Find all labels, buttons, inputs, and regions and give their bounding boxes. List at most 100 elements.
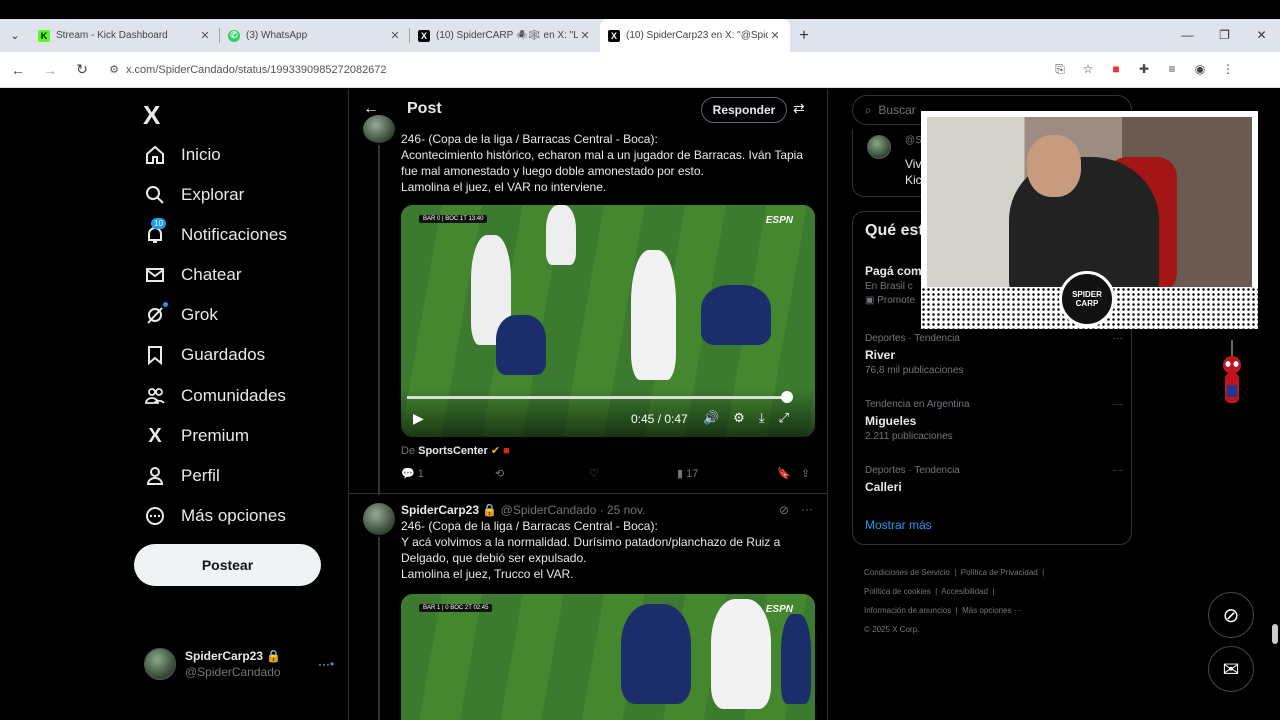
tweet-date[interactable]: · 25 nov. (600, 503, 646, 517)
video-progress-knob[interactable] (781, 391, 793, 403)
video-progress-bar[interactable] (407, 396, 787, 399)
author-name[interactable]: SpiderCarp23 (401, 503, 479, 517)
url-text: x.com/SpiderCandado/status/1993390985272… (126, 63, 387, 76)
webcam-feed (927, 117, 1252, 297)
sidebar-item-mas-opciones[interactable]: Más opciones (144, 505, 286, 527)
sidebar-item-perfil[interactable]: Perfil (144, 465, 220, 487)
back-arrow-icon[interactable]: ← (349, 100, 393, 118)
video-source[interactable]: De SportsCenter ✔ ■ (401, 444, 510, 457)
sidebar-item-label: Premium (181, 426, 250, 445)
search-icon (144, 184, 166, 206)
new-tab-icon[interactable]: + (790, 27, 818, 45)
sidebar-item-explorar[interactable]: Explorar (144, 184, 244, 206)
footer-link[interactable]: Condiciones de Servicio (864, 568, 950, 577)
trend-item[interactable]: Tendencia en Argentina Migueles 2.211 pu… (865, 398, 1123, 444)
close-window-icon[interactable]: ✕ (1243, 19, 1280, 52)
more-icon[interactable]: ··· (1113, 398, 1123, 412)
sidebar-item-premium[interactable]: X Premium (144, 425, 249, 447)
puzzle-icon[interactable]: ✚ (1130, 62, 1158, 77)
trend-extra: Promote (877, 295, 916, 306)
browser-tab-x-active[interactable]: X (10) SpiderCarp23 en X: "@Spid ✕ (600, 19, 790, 52)
forward-icon[interactable]: → (36, 62, 64, 78)
lock-icon: 🔒 (482, 503, 498, 517)
footer-link[interactable]: Política de Privacidad (961, 568, 1038, 577)
tweet-header: SpiderCarp23 🔒 @SpiderCandado · 25 nov. (401, 502, 815, 518)
footer-link[interactable]: Información de anuncios (864, 606, 951, 615)
x-logo[interactable]: X (143, 100, 160, 131)
grok-icon[interactable]: ⊘ (779, 503, 789, 517)
video-time: 0:45 / 0:47 (631, 412, 688, 426)
tweet-line: 246- (Copa de la liga / Barracas Central… (401, 519, 658, 533)
sidebar-item-label: Grok (181, 305, 218, 324)
trend-context: Deportes · Tendencia (865, 333, 960, 344)
scorebug: BAR 0 | BOC 1T 13:40 (419, 215, 488, 223)
views-action[interactable]: ▮ 17 (677, 467, 777, 480)
account-name: SpiderCarp23 (185, 649, 264, 663)
sidebar-item-guardados[interactable]: Guardados (144, 344, 265, 366)
spiderman-icon (1223, 340, 1241, 403)
sidebar-item-inicio[interactable]: Inicio (144, 144, 221, 166)
browser-tab-whatsapp[interactable]: ✆ (3) WhatsApp ✕ (220, 19, 410, 52)
more-icon[interactable]: ··· (801, 502, 813, 516)
trend-item[interactable]: Deportes · Tendencia River 76,8 mil publ… (865, 332, 1123, 378)
tab-search-icon[interactable]: ⌄ (0, 29, 30, 42)
more-icon[interactable]: ··· (1113, 464, 1123, 478)
install-icon[interactable]: ⎘ (1046, 62, 1074, 77)
close-icon[interactable]: ✕ (388, 29, 402, 42)
menu-icon[interactable]: ⋮ (1214, 62, 1242, 77)
sidebar-item-chatear[interactable]: Chatear (144, 264, 241, 286)
close-icon[interactable]: ✕ (768, 29, 782, 42)
messages-fab-icon[interactable]: ✉ (1208, 646, 1254, 692)
trend-item[interactable]: Deportes · Tendencia Calleri ··· (865, 464, 1123, 496)
retweet-icon[interactable]: ⟲ (495, 467, 589, 480)
play-icon[interactable]: ▶ (413, 410, 424, 427)
video-player[interactable]: BAR 0 | BOC 1T 13:40 ESPN ▶ 0:45 / 0:47 … (401, 205, 815, 437)
show-more-link[interactable]: Mostrar más (865, 518, 932, 532)
avatar (363, 115, 395, 143)
browser-tab-kick[interactable]: K Stream - Kick Dashboard ✕ (30, 19, 220, 52)
account-more-icon[interactable]: ···• (318, 657, 334, 671)
site-info-icon[interactable]: ⚙ (102, 63, 126, 76)
sidebar-item-grok[interactable]: Grok (144, 302, 218, 326)
trend-name: River (865, 348, 896, 362)
close-icon[interactable]: ✕ (578, 29, 592, 42)
url-field[interactable]: ⚙ x.com/SpiderCandado/status/19933909852… (102, 56, 1042, 83)
footer-link[interactable]: Política de cookies (864, 587, 931, 596)
media-icon[interactable]: ≡ (1158, 62, 1186, 77)
sidebar-item-comunidades[interactable]: Comunidades (144, 385, 286, 407)
sidebar-item-label: Más opciones (181, 506, 286, 525)
scrollbar-thumb[interactable] (1272, 624, 1278, 644)
player-figure (711, 599, 771, 709)
tune-icon[interactable]: ⇄ (793, 100, 805, 117)
footer-link[interactable]: Accesibilidad (941, 587, 988, 596)
author-handle[interactable]: @SpiderCandado (501, 503, 597, 517)
main-timeline: ← Post Responder ⇄ 246- (Copa de la liga… (348, 89, 828, 720)
more-icon[interactable]: ··· (1113, 332, 1123, 346)
star-icon[interactable]: ☆ (1074, 62, 1102, 77)
video-player[interactable]: BAR 1 | 0 BOC 2T 02:45 ESPN (401, 594, 815, 720)
page-scrollbar[interactable] (1268, 89, 1280, 720)
account-switcher[interactable]: SpiderCarp23 🔒 @SpiderCandado (144, 648, 281, 680)
like-icon[interactable]: ♡ (589, 467, 677, 480)
close-icon[interactable]: ✕ (198, 29, 212, 42)
reply-action[interactable]: 💬 1 (401, 467, 495, 480)
minimize-icon[interactable]: — (1169, 19, 1206, 52)
grok-fab-icon[interactable]: ⊘ (1208, 592, 1254, 638)
sidebar-item-label: Chatear (181, 265, 242, 284)
flag-icon: ■ (503, 445, 510, 457)
browser-tab-x-1[interactable]: X (10) SpiderCARP 🕷️🕸️ en X: "L ✕ (410, 19, 600, 52)
bookmark-icon[interactable]: 🔖 (777, 467, 801, 480)
extension-icon[interactable]: ■ (1102, 62, 1130, 77)
video-control-icons[interactable]: 🔊⚙⤓⤢ (703, 410, 803, 426)
footer-link[interactable]: Más opciones ··· (962, 606, 1022, 615)
share-icon[interactable]: ⇪ (801, 467, 810, 480)
post-button[interactable]: Postear (134, 544, 321, 586)
sidebar-item-notificaciones[interactable]: 10 Notificaciones (144, 218, 287, 246)
profile-icon[interactable]: ◉ (1186, 62, 1214, 77)
reload-icon[interactable]: ↻ (68, 61, 96, 78)
address-bar: ← → ↻ ⚙ x.com/SpiderCandado/status/19933… (0, 52, 1280, 88)
back-icon[interactable]: ← (4, 62, 32, 78)
source-name: SportsCenter (418, 445, 488, 457)
reply-button[interactable]: Responder (701, 97, 787, 123)
maximize-icon[interactable]: ❐ (1206, 19, 1243, 52)
